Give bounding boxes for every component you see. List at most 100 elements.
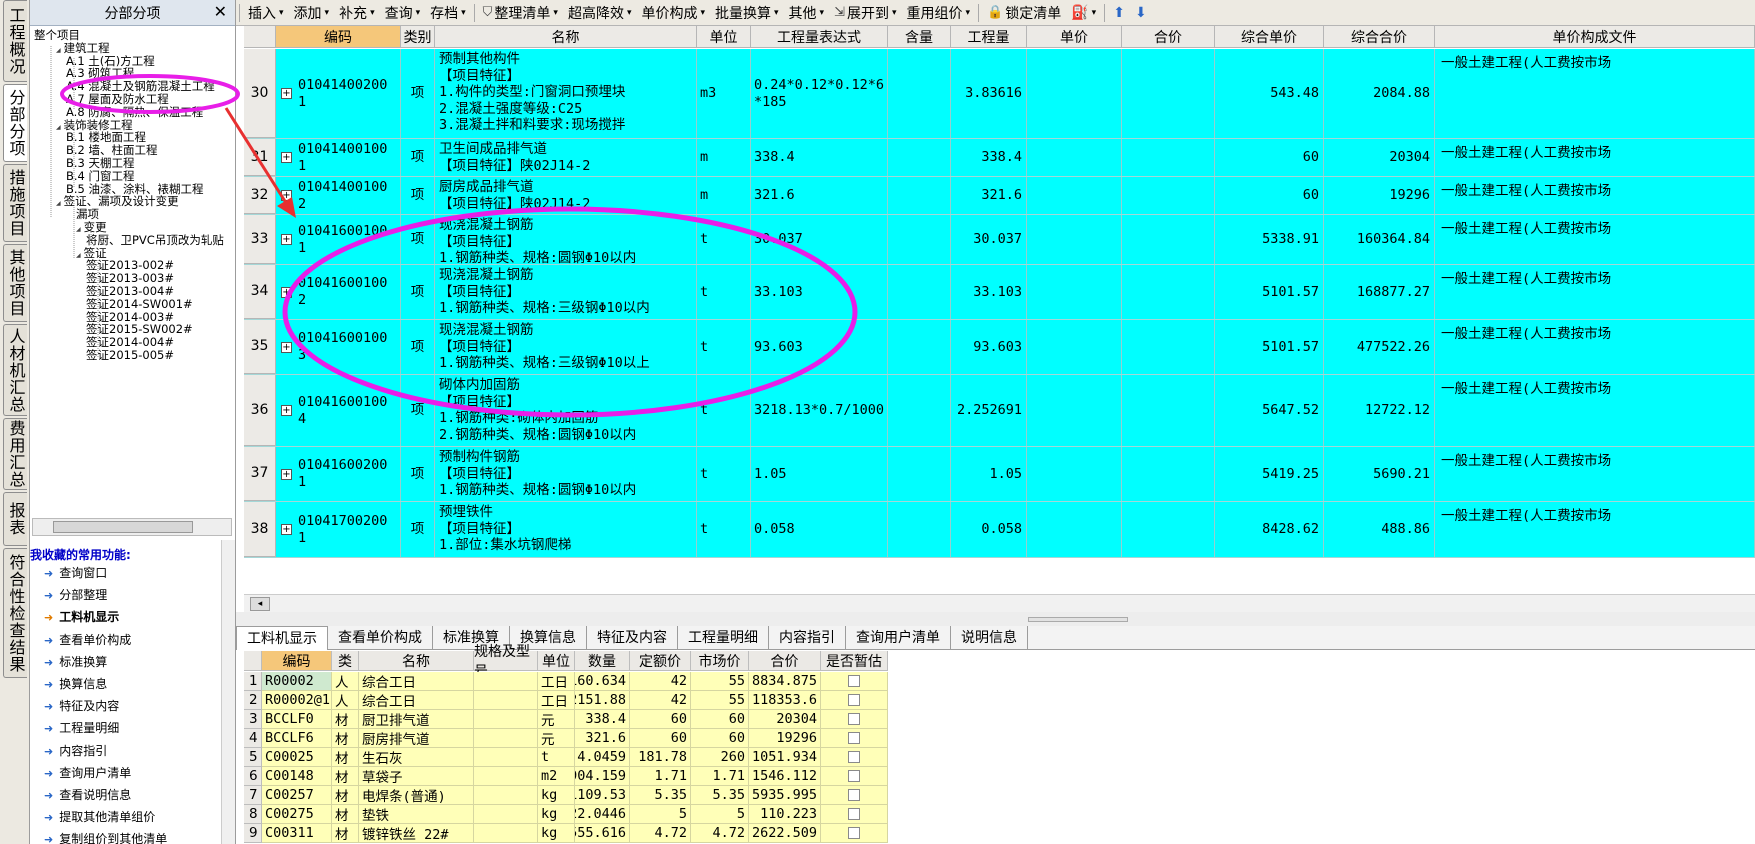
name-cell[interactable]: 预制构件钢筋 【项目特征】 1.钢筋种类、规格:圆钢Φ10以内 [435, 447, 697, 501]
bottom-cell[interactable]: 5 [630, 805, 691, 824]
expand-plus-icon[interactable]: + [281, 286, 292, 298]
checkbox[interactable] [848, 789, 860, 801]
bottom-cell[interactable]: 110.223 [749, 805, 821, 824]
vnav-tab-5[interactable]: 费用汇总 [3, 418, 27, 490]
favorite-item[interactable]: ➜ 工料机显示 [44, 606, 119, 628]
expression-cell[interactable]: 30.037 [751, 215, 888, 264]
bottom-cell[interactable]: C00025 [262, 748, 332, 767]
composite-total-cell[interactable]: 477522.26 [1324, 320, 1435, 374]
provisional-checkbox-cell[interactable] [821, 805, 888, 824]
bottom-cell[interactable]: 60 [630, 710, 691, 729]
composite-unit-price-cell[interactable]: 8428.62 [1215, 502, 1324, 557]
price-file-cell[interactable]: 一般土建工程(人工费按市场 [1435, 447, 1755, 501]
toolbar-button-4[interactable]: 存档 ▾ [425, 1, 471, 25]
vnav-tab-7[interactable]: 符合性检查结果 [3, 548, 27, 678]
favorite-item[interactable]: ➜ 标准换算 [44, 651, 107, 673]
name-cell[interactable]: 现浇混凝土钢筋 【项目特征】 1.钢筋种类、规格:圆钢Φ10以内 [435, 215, 697, 264]
checkbox[interactable] [848, 732, 860, 744]
bottom-cell[interactable] [474, 672, 538, 691]
unit-price-cell[interactable] [1027, 49, 1122, 138]
bottom-cell[interactable]: 5.35 [691, 786, 749, 805]
expression-cell[interactable]: 33.103 [751, 265, 888, 319]
code-cell[interactable]: +01041600100 3 [276, 320, 401, 374]
bottom-cell[interactable]: 4.72 [691, 824, 749, 843]
splitter-grip[interactable] [1028, 617, 1128, 622]
bottom-cell[interactable]: 2622.509 [749, 824, 821, 843]
bottom-cell[interactable]: C00275 [262, 805, 332, 824]
composite-unit-price-cell[interactable]: 5101.57 [1215, 320, 1324, 374]
expression-cell[interactable]: 3218.13*0.7/1000 [751, 375, 888, 446]
composite-unit-price-cell[interactable]: 5101.57 [1215, 265, 1324, 319]
quantity-cell[interactable]: 30.037 [951, 215, 1027, 264]
grid-header-0[interactable]: 编码 [276, 26, 401, 48]
checkbox[interactable] [848, 827, 860, 839]
checkbox[interactable] [848, 808, 860, 820]
bottom-cell[interactable]: 904.159 [575, 767, 630, 786]
expand-triangle-icon[interactable]: ◢ [56, 200, 61, 207]
bottom-tab-6[interactable]: 内容指引 [769, 626, 846, 650]
expand-triangle-icon[interactable]: ◢ [76, 226, 81, 233]
composite-total-cell[interactable]: 2084.88 [1324, 49, 1435, 138]
quantity-cell[interactable]: 2.252691 [951, 375, 1027, 446]
bottom-cell[interactable]: 42 [630, 691, 691, 710]
code-cell[interactable]: +01041400200 1 [276, 49, 401, 138]
tree-node[interactable]: 签证2015-005# [86, 348, 174, 362]
expand-plus-icon[interactable]: + [281, 88, 292, 99]
quantity-cell[interactable]: 3.83616 [951, 49, 1027, 138]
bottom-cell[interactable] [474, 786, 538, 805]
bottom-cell[interactable]: C00257 [262, 786, 332, 805]
toolbar-button-8[interactable]: 批量换算 ▾ [710, 1, 784, 25]
provisional-checkbox-cell[interactable] [821, 710, 888, 729]
bottom-cell[interactable]: 260 [691, 748, 749, 767]
bottom-tab-5[interactable]: 工程量明细 [678, 626, 769, 650]
bottom-cell[interactable]: 321.6 [575, 729, 630, 748]
favorite-item[interactable]: ➜ 查看单价构成 [44, 629, 131, 651]
vnav-tab-2[interactable]: 措施项目 [3, 164, 27, 242]
expression-cell[interactable]: 93.603 [751, 320, 888, 374]
bottom-cell[interactable]: kg [538, 786, 575, 805]
bottom-cell[interactable]: 电焊条(普通) [359, 786, 474, 805]
bottom-cell[interactable]: 材 [332, 824, 359, 843]
composite-unit-price-cell[interactable]: 5647.52 [1215, 375, 1324, 446]
bottom-cell[interactable]: kg [538, 824, 575, 843]
bottom-cell[interactable]: 8834.875 [749, 672, 821, 691]
bottom-cell[interactable]: 55 [691, 672, 749, 691]
bottom-header-9[interactable]: 是否暂估 [821, 651, 888, 671]
grid-row[interactable]: 37 +01041600200 1 项预制构件钢筋 【项目特征】 1.钢筋种类、规格… [244, 447, 1755, 502]
grid-header-6[interactable]: 工程量 [951, 26, 1027, 48]
total-price-cell[interactable] [1122, 215, 1215, 264]
composite-total-cell[interactable]: 168877.27 [1324, 265, 1435, 319]
bottom-cell[interactable]: kg [538, 805, 575, 824]
bottom-cell[interactable]: 22.0446 [575, 805, 630, 824]
bottom-cell[interactable]: 元 [538, 729, 575, 748]
bottom-cell[interactable] [474, 767, 538, 786]
tree-horizontal-scrollbar[interactable] [32, 518, 232, 536]
bottom-cell[interactable]: 材 [332, 805, 359, 824]
toolbar-button-0[interactable]: 插入 ▾ [243, 1, 289, 25]
grid-row[interactable]: 33 +01041600100 1 项现浇混凝土钢筋 【项目特征】 1.钢筋种类、规… [244, 215, 1755, 265]
close-icon[interactable]: ✕ [214, 2, 227, 21]
expand-triangle-icon[interactable]: ◢ [56, 124, 61, 131]
expand-plus-icon[interactable]: + [281, 190, 292, 201]
bottom-header-3[interactable]: 规格及型号 [474, 644, 538, 680]
toolbar-button-10[interactable]: ⇲ 展开到 ▾ [829, 1, 901, 25]
total-price-cell[interactable] [1122, 447, 1215, 501]
grid-header-5[interactable]: 含量 [888, 26, 951, 48]
grid-row[interactable]: 31 +01041400100 1 项卫生间成品排气道 【项目特征】陕02J14-2… [244, 139, 1755, 177]
toolbar-button-7[interactable]: 单价构成 ▾ [636, 1, 710, 25]
total-price-cell[interactable] [1122, 177, 1215, 214]
quantity-cell[interactable]: 33.103 [951, 265, 1027, 319]
code-cell[interactable]: +01041600100 2 [276, 265, 401, 319]
composite-unit-price-cell[interactable]: 5338.91 [1215, 215, 1324, 264]
scroll-left-icon[interactable]: ◂ [250, 597, 270, 611]
bottom-cell[interactable]: t [538, 748, 575, 767]
bottom-cell[interactable]: 材 [332, 767, 359, 786]
total-price-cell[interactable] [1122, 502, 1215, 557]
bottom-cell[interactable] [474, 805, 538, 824]
unit-price-cell[interactable] [1027, 502, 1122, 557]
code-cell[interactable]: +01041700200 1 [276, 502, 401, 557]
content-cell[interactable] [888, 375, 951, 446]
bottom-cell[interactable]: R00002@1 [262, 691, 332, 710]
price-file-cell[interactable]: 一般土建工程(人工费按市场 [1435, 49, 1755, 138]
provisional-checkbox-cell[interactable] [821, 691, 888, 710]
